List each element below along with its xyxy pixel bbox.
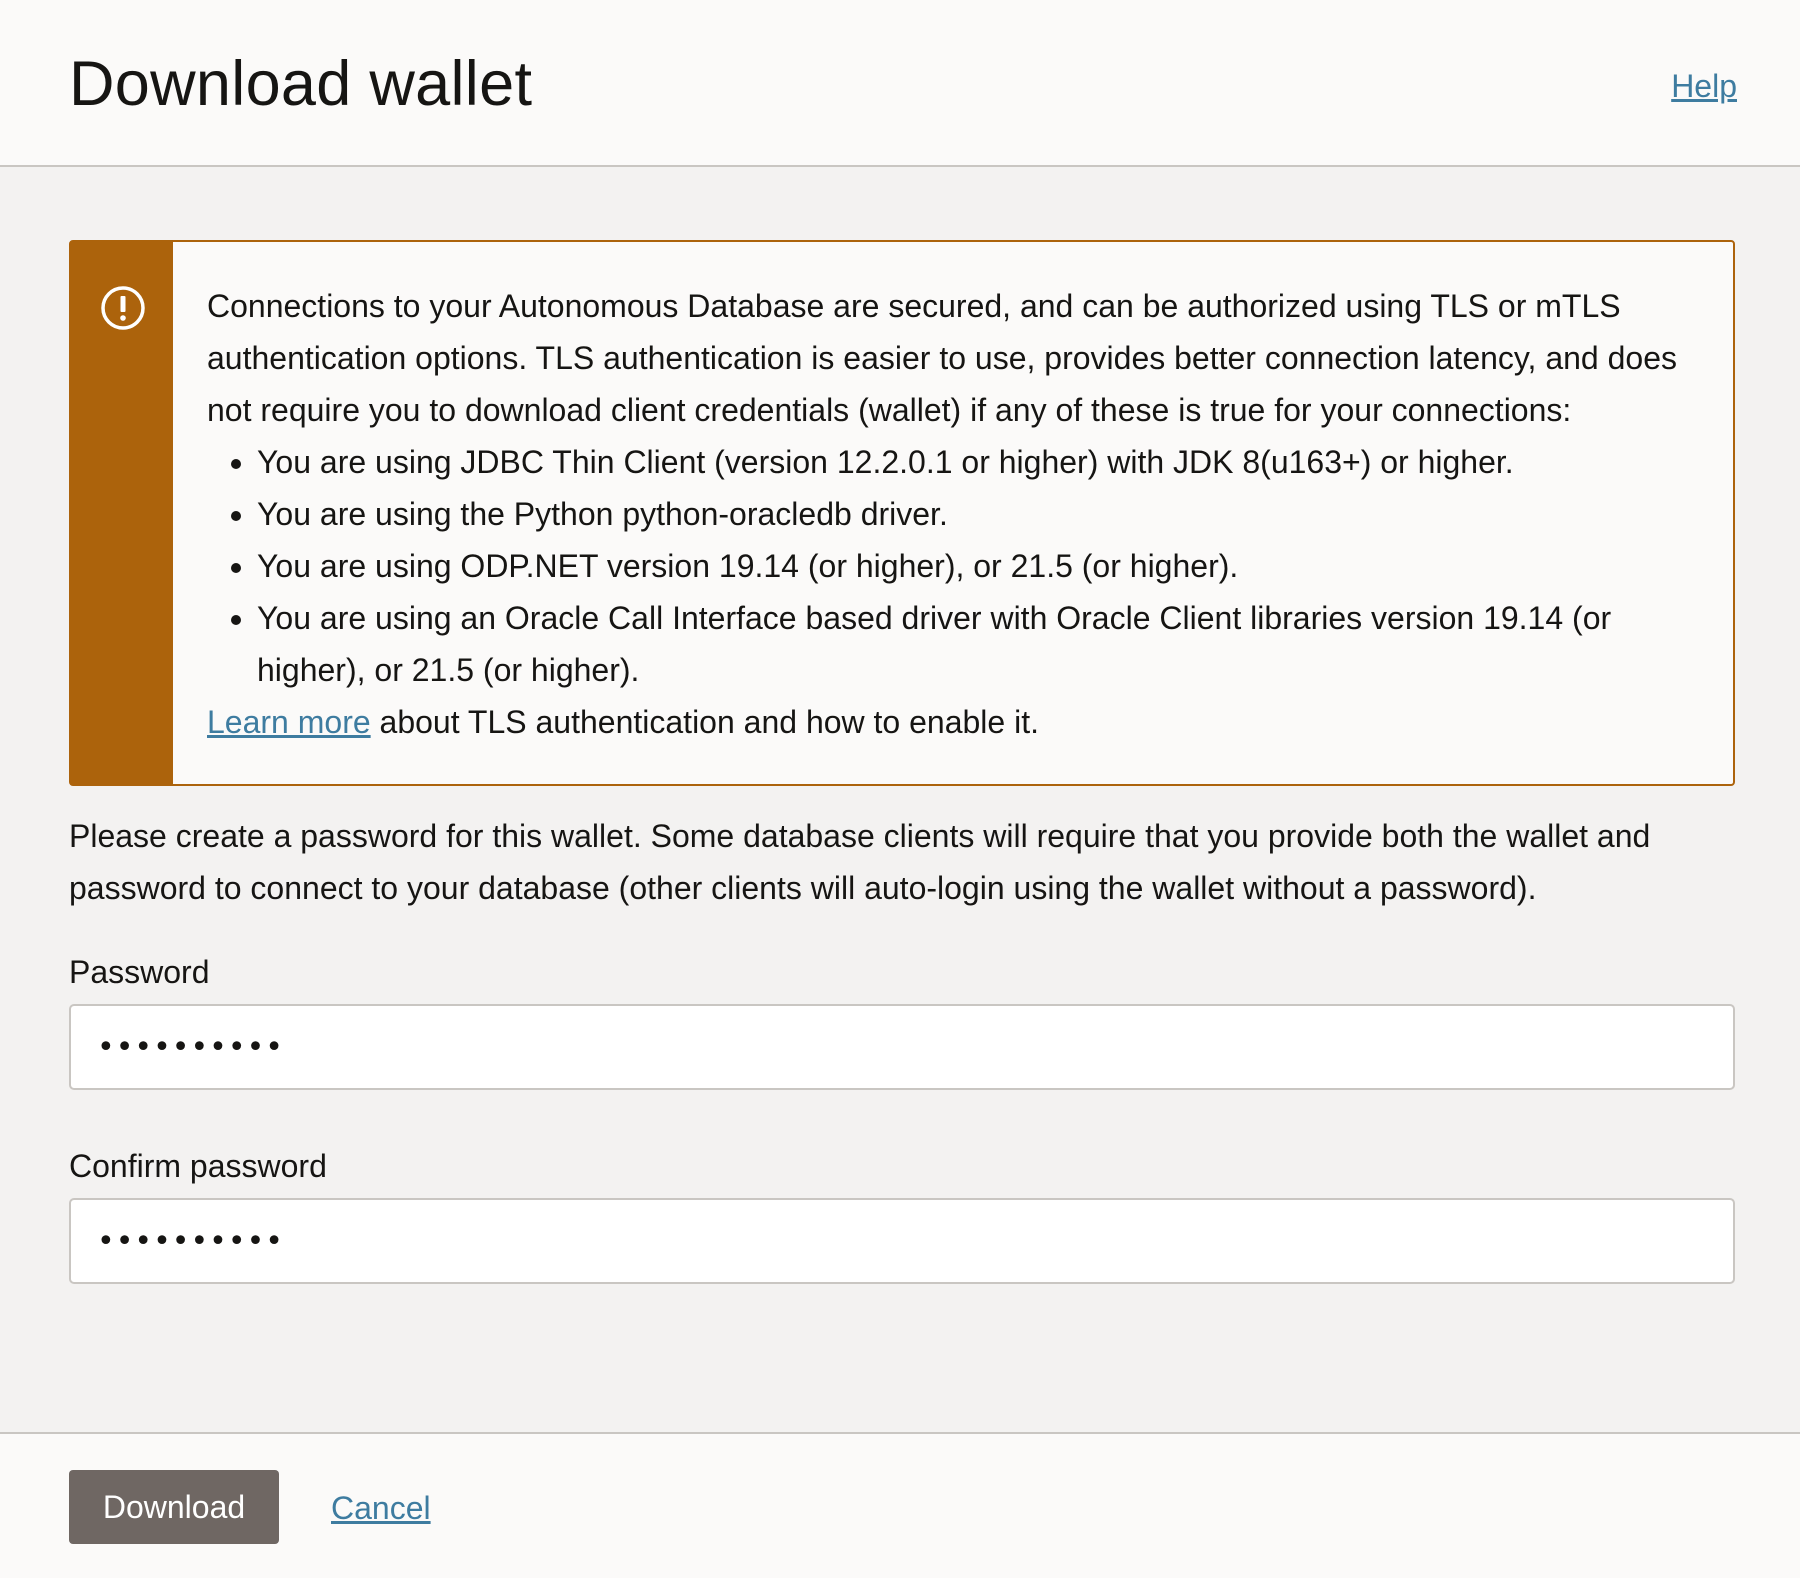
notice-bullet-list: You are using JDBC Thin Client (version … (207, 436, 1693, 696)
password-label: Password (69, 954, 210, 990)
notice-text: Connections to your Autonomous Database … (173, 242, 1733, 784)
warning-circle-icon (101, 286, 145, 330)
password-instructions: Please create a password for this wallet… (69, 818, 1651, 906)
dialog-header: Download wallet Help (0, 0, 1800, 167)
dialog-title: Download wallet (69, 49, 533, 119)
list-item: You are using JDBC Thin Client (version … (257, 436, 1693, 488)
cancel-link[interactable]: Cancel (331, 1490, 431, 1527)
notice-accent-bar (71, 242, 173, 784)
learn-more-link[interactable]: Learn more (207, 704, 371, 740)
confirm-password-label: Confirm password (69, 1148, 327, 1184)
confirm-password-field[interactable] (69, 1198, 1735, 1284)
list-item: You are using an Oracle Call Interface b… (257, 592, 1693, 696)
dialog-body: Connections to your Autonomous Database … (69, 240, 1735, 1284)
learn-more-line: Learn more about TLS authentication and … (207, 696, 1693, 748)
password-field[interactable] (69, 1004, 1735, 1090)
list-item: You are using the Python python-oracledb… (257, 488, 1693, 540)
help-link[interactable]: Help (1671, 68, 1737, 105)
learn-more-suffix: about TLS authentication and how to enab… (370, 704, 1039, 740)
download-button[interactable]: Download (69, 1470, 279, 1544)
notice-intro: Connections to your Autonomous Database … (207, 288, 1677, 428)
dialog-footer: Download Cancel (0, 1432, 1800, 1578)
tls-info-notice: Connections to your Autonomous Database … (69, 240, 1735, 786)
list-item: You are using ODP.NET version 19.14 (or … (257, 540, 1693, 592)
